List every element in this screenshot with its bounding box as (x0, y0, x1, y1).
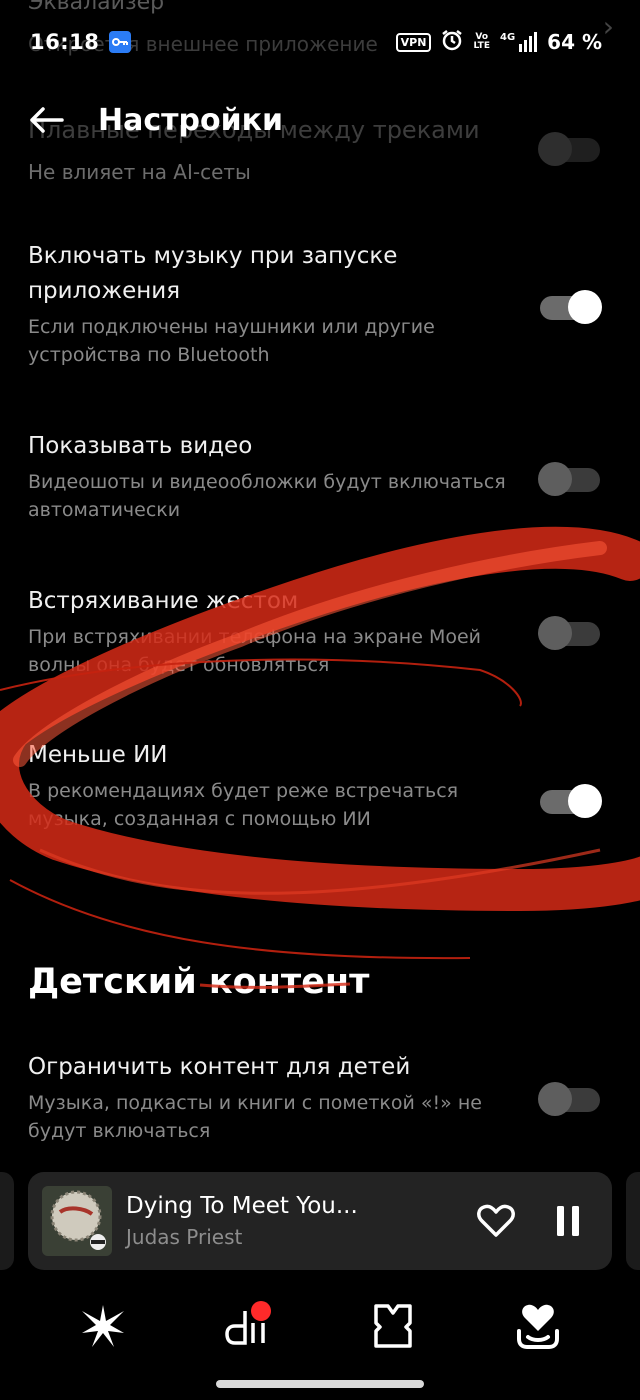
setting-autoplay[interactable]: Включать музыку при запуске приложения Е… (28, 239, 600, 369)
album-cover (42, 1186, 112, 1256)
battery-level: 64 % (547, 30, 602, 54)
kids-section-title: Детский контент (28, 962, 370, 1002)
shake-gesture-toggle[interactable] (538, 616, 600, 650)
status-bar: 16:18 VPN Vo LTE 4G 64 % (30, 22, 602, 62)
setting-title: Включать музыку при запуске приложения (28, 243, 398, 304)
setting-description: Музыка, подкасты и книги с пометкой «!» … (28, 1092, 482, 1142)
setting-title: Показывать видео (28, 433, 253, 459)
back-arrow-icon[interactable] (28, 100, 68, 140)
home-indicator[interactable] (216, 1380, 424, 1388)
nav-collection-heart-icon[interactable] (513, 1301, 563, 1351)
nav-feed-icon[interactable] (223, 1301, 273, 1351)
prev-card-edge (0, 1172, 14, 1270)
bottom-navigation (0, 1296, 640, 1356)
pause-icon[interactable] (546, 1199, 590, 1243)
ghost-crossfade-subtitle: Не влияет на AI-сеты (28, 160, 251, 184)
less-ai-toggle[interactable] (540, 784, 602, 818)
next-card-edge (626, 1172, 640, 1270)
setting-kids-restrict[interactable]: Ограничить контент для детей Музыка, под… (28, 1050, 600, 1145)
track-artist: Judas Priest (126, 1225, 243, 1249)
status-time: 16:18 (30, 30, 100, 54)
show-video-toggle[interactable] (538, 462, 600, 496)
track-title: Dying To Meet You... (126, 1193, 358, 1219)
setting-description: При встряхивании телефона на экране Моей… (28, 626, 482, 676)
chevron-right-icon: › (602, 10, 614, 43)
vpn-badge: VPN (395, 32, 432, 52)
nav-search-icon[interactable] (368, 1301, 418, 1351)
ghost-equalizer-title: Эквалайзер (28, 0, 165, 15)
setting-less-ai[interactable]: Меньше ИИ В рекомендациях будет реже вст… (28, 738, 600, 833)
setting-description: Видеошоты и видеообложки будут включатьс… (28, 471, 506, 521)
nav-my-wave-icon[interactable] (78, 1301, 128, 1351)
notification-badge (250, 1301, 271, 1321)
volte-indicator: Vo LTE (473, 32, 490, 51)
setting-show-video[interactable]: Показывать видео Видеошоты и видеообложк… (28, 429, 600, 524)
vpn-key-icon (109, 31, 132, 53)
setting-title: Ограничить контент для детей (28, 1054, 411, 1080)
alarm-icon (441, 29, 463, 56)
autoplay-toggle[interactable] (540, 290, 602, 324)
setting-description: В рекомендациях будет реже встречаться м… (28, 780, 459, 830)
mini-player[interactable]: Dying To Meet You... Judas Priest (28, 1172, 612, 1270)
setting-description: Если подключены наушники или другие устр… (28, 316, 435, 366)
signal-icon: 4G (500, 32, 538, 52)
page-title: Настройки (98, 102, 284, 138)
top-app-bar: Настройки (0, 96, 640, 144)
kids-restrict-toggle[interactable] (538, 1082, 600, 1116)
heart-outline-icon[interactable] (474, 1199, 518, 1243)
setting-title: Меньше ИИ (28, 742, 168, 768)
setting-shake-gesture[interactable]: Встряхивание жестом При встряхивании тел… (28, 584, 600, 679)
setting-title: Встряхивание жестом (28, 588, 299, 614)
